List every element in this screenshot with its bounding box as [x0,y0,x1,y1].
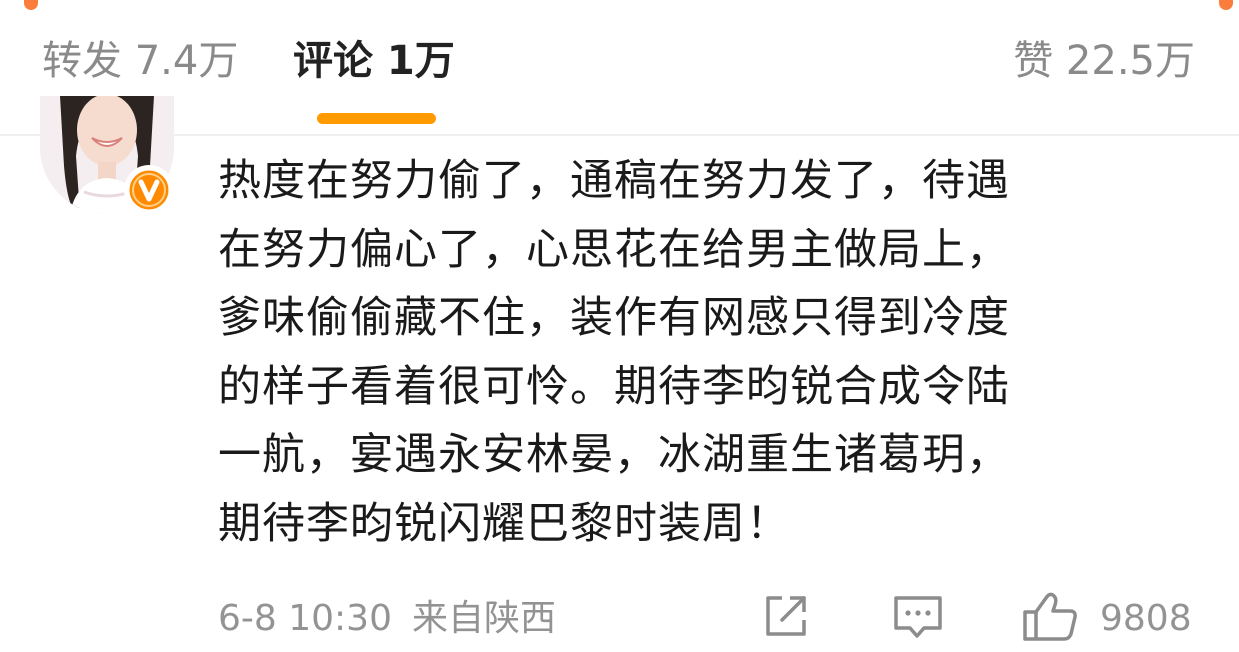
verified-badge-icon [124,165,174,215]
comment-screen: 转发 7.4万 评论 1万 赞 22.5万 热度在努力偷了，通稿在努力发了，待遇 [0,0,1239,652]
comment-line: 热度在努力偷了，通稿在努力发了，待遇 [218,156,1010,206]
top-edge-decoration [24,0,38,10]
comment-line: 爹味偷偷藏不住，装作有网感只得到冷度 [218,293,1010,343]
thumbs-up-icon[interactable] [1020,590,1080,648]
active-tab-indicator [317,113,436,124]
like-count: 9808 [1100,598,1192,639]
comment-line: 一航，宴遇永安林晏，冰湖重生诸葛玥， [218,430,1010,480]
comment-line: 在努力偏心了，心思花在给男主做局上， [218,224,1010,275]
tab-bar: 转发 7.4万 评论 1万 赞 22.5万 [0,0,1239,136]
comment-line: 期待李昀锐闪耀巴黎时装周！ [218,498,790,549]
tab-comment[interactable]: 评论 1万 [293,36,455,86]
comment-line: 的样子看着很可怜。期待李昀锐合成令陆 [218,361,1010,412]
tab-like[interactable]: 赞 22.5万 [1013,36,1195,86]
tab-repost[interactable]: 转发 7.4万 [42,36,238,86]
share-icon[interactable] [760,590,812,646]
top-edge-decoration [1219,0,1233,10]
comment-icon[interactable] [890,590,946,646]
comment-location: 来自陕西 [412,598,557,639]
comment-meta: 6-8 10:30 来自陕西 [218,596,556,642]
comment-body: 热度在努力偷了，通稿在努力发了，待遇 在努力偏心了，心思花在给男主做局上， 爹味… [218,147,1178,558]
comment-timestamp: 6-8 10:30 [218,598,392,639]
